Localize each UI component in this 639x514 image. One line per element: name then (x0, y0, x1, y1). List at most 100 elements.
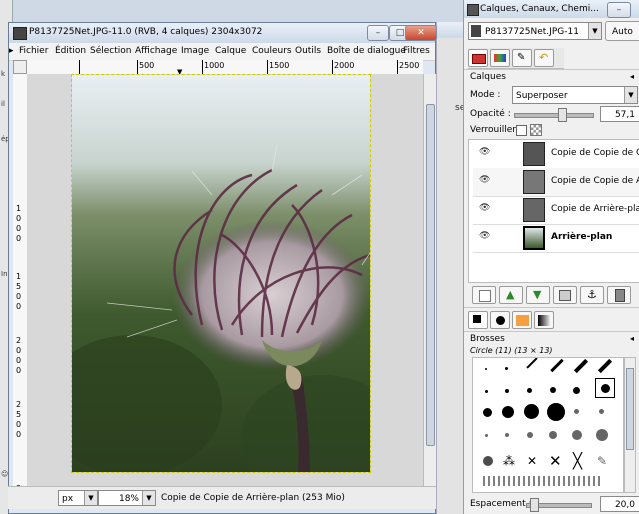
close-button[interactable]: ✕ (405, 25, 437, 41)
brush-scrollbar[interactable] (624, 357, 636, 493)
layer-row[interactable]: 👁 Arrière-plan (473, 224, 639, 253)
zoom-select[interactable]: 18% ▼ (98, 490, 156, 506)
dock-titlebar[interactable]: Calques, Canaux, Chemi... – (464, 0, 639, 18)
brush-swatch[interactable] (573, 387, 580, 394)
raise-layer-button[interactable]: ▲ (499, 286, 523, 304)
brush-swatch[interactable] (505, 367, 508, 370)
menu-edition[interactable]: Édition (55, 46, 86, 56)
opacity-slider-handle[interactable] (558, 108, 567, 122)
layer-thumb (523, 170, 545, 194)
menu-selection[interactable]: Sélection (90, 46, 131, 56)
ruler-tick (79, 60, 80, 74)
tab-fg-bg[interactable] (468, 311, 488, 329)
lower-layer-button[interactable]: ▼ (526, 286, 550, 304)
brush-swatch[interactable] (549, 431, 557, 439)
brush-swatch[interactable] (527, 432, 533, 438)
menu-couleurs[interactable]: Couleurs (252, 46, 292, 56)
tab-gradients[interactable] (534, 311, 554, 329)
brush-swatch[interactable] (485, 390, 488, 393)
menu-filtres[interactable]: Filtres (403, 46, 430, 56)
brush-swatch[interactable] (596, 429, 608, 441)
horizontal-ruler[interactable]: 500 1000 1500 2000 2500 ▼ (27, 60, 423, 75)
menu-calque[interactable]: Calque (215, 46, 246, 56)
eye-icon[interactable]: 👁 (479, 148, 491, 157)
brush-swatch[interactable] (573, 358, 589, 374)
brush-swatch-selected[interactable] (595, 378, 615, 398)
opacity-slider[interactable] (514, 113, 594, 118)
minimize-button[interactable]: – (607, 2, 631, 18)
brush-swatch[interactable] (505, 433, 509, 437)
brush-swatch[interactable] (599, 409, 604, 414)
menu-fichier[interactable]: Fichier (19, 46, 48, 56)
brush-swatch[interactable] (527, 388, 532, 393)
brush-swatch[interactable] (550, 387, 556, 393)
lock-label: Verrouiller : (470, 125, 522, 135)
delete-layer-button[interactable] (607, 286, 631, 304)
brush-swatch[interactable] (505, 389, 509, 393)
brush-swatch[interactable] (597, 358, 613, 374)
new-layer-button[interactable] (472, 286, 496, 304)
menu-affichage[interactable]: Affichage (135, 46, 177, 56)
brush-swatch[interactable] (485, 368, 487, 370)
eye-icon[interactable]: 👁 (479, 204, 491, 213)
mode-select[interactable]: Superposer ▼ (512, 86, 638, 104)
brush-swatch[interactable]: ✎ (597, 454, 607, 468)
spacing-slider-handle[interactable] (530, 498, 539, 512)
vertical-ruler[interactable]: 1 0 0 0 1 5 0 0 2 0 0 0 2 5 0 0 3 (13, 74, 28, 494)
brush-swatch[interactable] (483, 456, 493, 466)
brush-swatch[interactable] (574, 409, 579, 414)
photo-canvas[interactable] (71, 74, 371, 473)
brush-swatch[interactable]: ⁂ (503, 454, 515, 468)
lock-alpha-checkbox[interactable] (516, 125, 527, 136)
vertical-scrollbar[interactable] (423, 74, 436, 494)
vertical-scroll-thumb[interactable] (426, 104, 435, 446)
eye-icon[interactable]: 👁 (479, 232, 491, 241)
image-select-value: P8137725Net.JPG-11 (485, 27, 579, 37)
layer-row[interactable]: 👁 Copie de Copie de Arrière (473, 168, 639, 197)
unit-select[interactable]: px ▼ (58, 490, 98, 506)
menu-outils[interactable]: Outils (295, 46, 321, 56)
ruler-tick (397, 60, 398, 74)
duplicate-layer-button[interactable] (553, 286, 577, 304)
canvas-area[interactable] (27, 74, 423, 494)
brush-swatch[interactable] (550, 358, 564, 373)
menu-image[interactable]: Image (181, 46, 209, 56)
opacity-input[interactable]: 57,1 (600, 106, 639, 122)
brush-swatch[interactable]: ✕ (527, 454, 537, 468)
layer-name: Arrière-plan (551, 232, 613, 242)
tab-undo[interactable]: ↶ (534, 49, 554, 67)
duplicate-icon (559, 290, 571, 301)
auto-button[interactable]: Auto (605, 21, 639, 41)
tab-paths[interactable]: ✎ (512, 49, 532, 67)
tab-layers[interactable] (468, 49, 488, 67)
eye-icon[interactable]: 👁 (479, 176, 491, 185)
minimize-button[interactable]: – (367, 25, 389, 41)
ruler-corner[interactable] (13, 60, 27, 74)
brush-swatch[interactable]: ╳ (573, 452, 582, 470)
brush-swatch[interactable] (485, 434, 488, 437)
layer-row[interactable]: 👁 Copie de Arrière-plan (473, 196, 639, 225)
brush-swatch[interactable] (524, 404, 539, 419)
brush-swatch[interactable] (483, 476, 603, 486)
brush-swatch[interactable]: ✕ (549, 452, 562, 470)
brush-swatch[interactable] (502, 406, 514, 418)
menu-boite-de-dialogue[interactable]: Boîte de dialogue (327, 46, 406, 56)
spacing-input[interactable]: 20,0 (600, 496, 639, 512)
anchor-layer-button[interactable]: ⚓ (580, 286, 604, 304)
panel-menu-icon[interactable]: ◂ (630, 334, 634, 343)
brush-grid[interactable]: ⁂ ✕ ✕ ╳ ✎ (472, 357, 624, 493)
ruler-label: 0 (16, 420, 22, 429)
tab-brushes[interactable] (490, 311, 510, 329)
brush-swatch[interactable] (547, 403, 565, 421)
image-window-titlebar[interactable]: P8137725Net.JPG-11.0 (RVB, 4 calques) 23… (9, 23, 437, 43)
tab-channels[interactable] (490, 49, 510, 67)
layer-row[interactable]: 👁 Copie de Copie de Copie (473, 140, 639, 169)
tab-patterns[interactable] (512, 311, 532, 329)
image-select[interactable]: P8137725Net.JPG-11 ▼ (468, 22, 602, 40)
brush-scroll-thumb[interactable] (626, 368, 634, 450)
brush-swatch[interactable] (483, 408, 492, 417)
brush-swatch[interactable] (526, 358, 538, 369)
menu-arrow-icon[interactable]: ▸ (9, 46, 14, 56)
panel-menu-icon[interactable]: ◂ (630, 72, 634, 81)
brush-swatch[interactable] (572, 430, 582, 440)
